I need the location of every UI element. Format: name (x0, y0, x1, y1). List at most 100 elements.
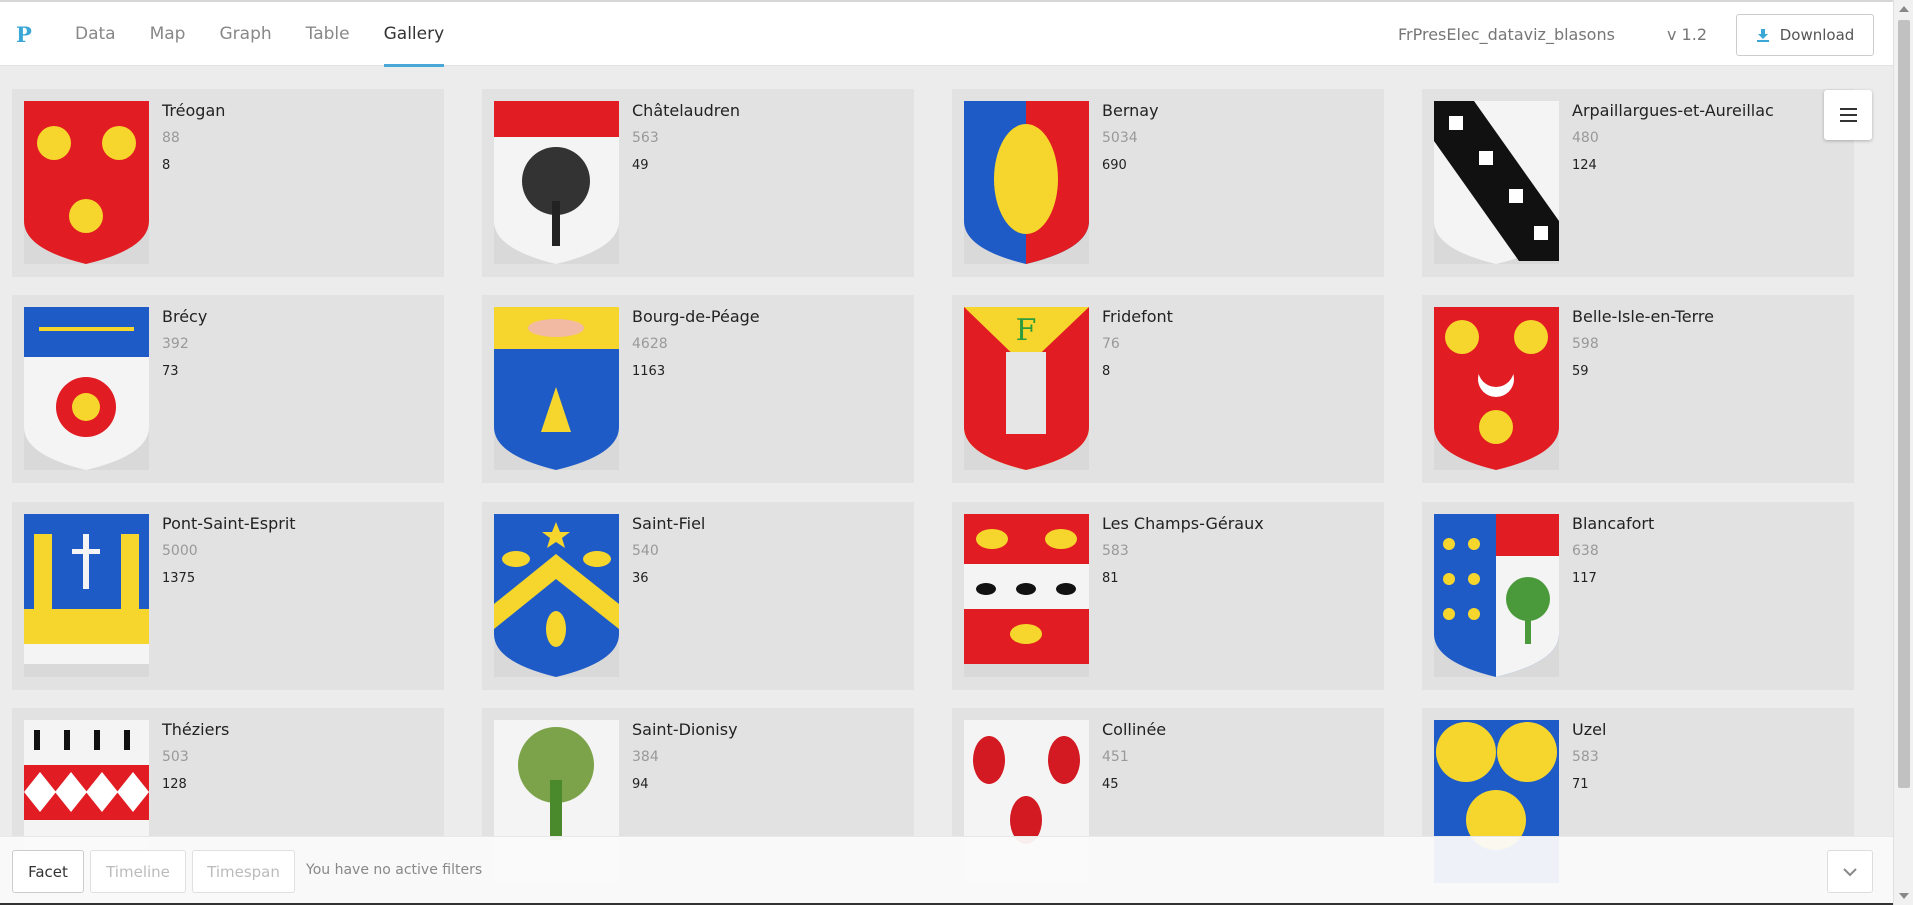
gallery-card[interactable]: F Fridefont 76 8 (952, 295, 1384, 483)
blazon-tower-lilies-icon: F (964, 307, 1089, 470)
vertical-scrollbar[interactable] (1893, 0, 1913, 905)
hamburger-icon (1839, 108, 1857, 110)
facet-button[interactable]: Facet (12, 850, 84, 893)
timespan-button[interactable]: Timespan (192, 850, 295, 893)
card-title: Arpaillargues-et-Aureillac (1572, 101, 1774, 120)
card-value-primary: 540 (632, 543, 659, 559)
blazon-beehive-icon (494, 307, 619, 470)
card-title: Bourg-de-Péage (632, 307, 760, 326)
gallery-card[interactable]: Arpaillargues-et-Aureillac 480 124 (1422, 89, 1854, 277)
card-value-primary: 563 (632, 130, 659, 146)
card-value-secondary: 45 (1102, 777, 1119, 792)
card-value-secondary: 128 (162, 777, 187, 792)
blazon-chevron-leaves-icon (494, 514, 619, 677)
card-value-primary: 583 (1572, 749, 1599, 765)
card-title: Saint-Dionisy (632, 720, 738, 739)
gallery-card[interactable]: Les Champs-Géraux 583 81 (952, 502, 1384, 690)
blazon-lion-blue-red-icon (964, 101, 1089, 264)
hamburger-menu-button[interactable] (1824, 90, 1872, 140)
blazon-bezants-tree-icon (1434, 514, 1559, 677)
card-value-secondary: 124 (1572, 158, 1597, 173)
card-title: Blancafort (1572, 514, 1655, 533)
version-label: v 1.2 (1667, 25, 1707, 44)
blazon-tree-ermine-icon (494, 101, 619, 264)
tab-table[interactable]: Table (289, 2, 367, 66)
card-value-primary: 76 (1102, 336, 1120, 352)
gallery-card[interactable]: Belle-Isle-en-Terre 598 59 (1422, 295, 1854, 483)
tab-data[interactable]: Data (58, 2, 133, 66)
tab-gallery[interactable]: Gallery (367, 2, 462, 67)
card-value-primary: 5034 (1102, 130, 1138, 146)
card-value-secondary: 49 (632, 158, 649, 173)
card-value-primary: 451 (1102, 749, 1129, 765)
tab-graph[interactable]: Graph (202, 2, 288, 66)
svg-text:F: F (1016, 313, 1037, 348)
download-label: Download (1779, 26, 1855, 44)
gallery-card[interactable]: Brécy 392 73 (12, 295, 444, 483)
chevron-down-icon (1843, 867, 1857, 876)
card-value-primary: 583 (1102, 543, 1129, 559)
download-button[interactable]: Download (1736, 14, 1874, 56)
blazon-wheat-lion-icon (24, 307, 149, 470)
card-value-primary: 598 (1572, 336, 1599, 352)
gallery-card[interactable]: Saint-Fiel 540 36 (482, 502, 914, 690)
card-value-primary: 5000 (162, 543, 198, 559)
scroll-up-arrow-icon[interactable] (1899, 6, 1909, 12)
card-title: Uzel (1572, 720, 1607, 739)
card-value-primary: 638 (1572, 543, 1599, 559)
card-value-secondary: 71 (1572, 777, 1589, 792)
blazon-checky-bend-icon (1434, 101, 1559, 264)
gallery-card[interactable]: Bernay 5034 690 (952, 89, 1384, 277)
blazon-shells-red-icon (24, 101, 149, 264)
blazon-bridge-towers-icon (24, 514, 149, 677)
card-title: Brécy (162, 307, 208, 326)
timeline-button[interactable]: Timeline (90, 850, 186, 893)
card-title: Les Champs-Géraux (1102, 514, 1264, 533)
scrollbar-thumb[interactable] (1898, 20, 1910, 788)
card-value-primary: 503 (162, 749, 189, 765)
card-value-secondary: 73 (162, 364, 179, 379)
card-title: Châtelaudren (632, 101, 740, 120)
card-title: Théziers (162, 720, 230, 739)
tab-map[interactable]: Map (133, 2, 203, 66)
card-value-secondary: 690 (1102, 158, 1127, 173)
card-value-secondary: 59 (1572, 364, 1589, 379)
gallery-card[interactable]: Blancafort 638 117 (1422, 502, 1854, 690)
active-filters-text: You have no active filters (306, 862, 483, 878)
card-value-secondary: 8 (162, 158, 171, 173)
gallery-card[interactable]: Pont-Saint-Esprit 5000 1375 (12, 502, 444, 690)
card-title: Saint-Fiel (632, 514, 706, 533)
collapse-panel-button[interactable] (1827, 850, 1873, 893)
card-title: Collinée (1102, 720, 1167, 739)
card-value-primary: 88 (162, 130, 180, 146)
card-value-secondary: 94 (632, 777, 649, 792)
download-icon (1756, 29, 1769, 42)
top-navbar: P Data Map Graph Table Gallery FrPresEle… (0, 0, 1893, 67)
hamburger-icon-line (1839, 120, 1857, 122)
scroll-down-arrow-icon[interactable] (1899, 893, 1909, 899)
card-value-primary: 392 (162, 336, 189, 352)
bottom-filter-bar: Facet Timeline Timespan You have no acti… (0, 836, 1893, 905)
card-value-primary: 480 (1572, 130, 1599, 146)
card-title: Fridefont (1102, 307, 1173, 326)
card-title: Bernay (1102, 101, 1159, 120)
card-title: Tréogan (162, 101, 226, 120)
gallery-card[interactable]: Châtelaudren 563 49 (482, 89, 914, 277)
nav-tabs: Data Map Graph Table Gallery (58, 2, 462, 67)
card-value-secondary: 117 (1572, 571, 1597, 586)
blazon-shells-crescent-icon (1434, 307, 1559, 470)
card-value-primary: 384 (632, 749, 659, 765)
project-name: FrPresElec_dataviz_blasons (1398, 25, 1615, 44)
card-value-secondary: 81 (1102, 571, 1119, 586)
gallery-card[interactable]: Bourg-de-Péage 4628 1163 (482, 295, 914, 483)
card-title: Pont-Saint-Esprit (162, 514, 296, 533)
card-value-primary: 4628 (632, 336, 668, 352)
blazon-wolves-ducks-icon (964, 514, 1089, 677)
card-value-secondary: 1375 (162, 571, 196, 586)
card-value-secondary: 8 (1102, 364, 1111, 379)
card-value-secondary: 36 (632, 571, 649, 586)
card-value-secondary: 1163 (632, 364, 666, 379)
card-title: Belle-Isle-en-Terre (1572, 307, 1714, 326)
gallery-card[interactable]: Tréogan 88 8 (12, 89, 444, 277)
app-logo[interactable]: P (16, 22, 32, 47)
